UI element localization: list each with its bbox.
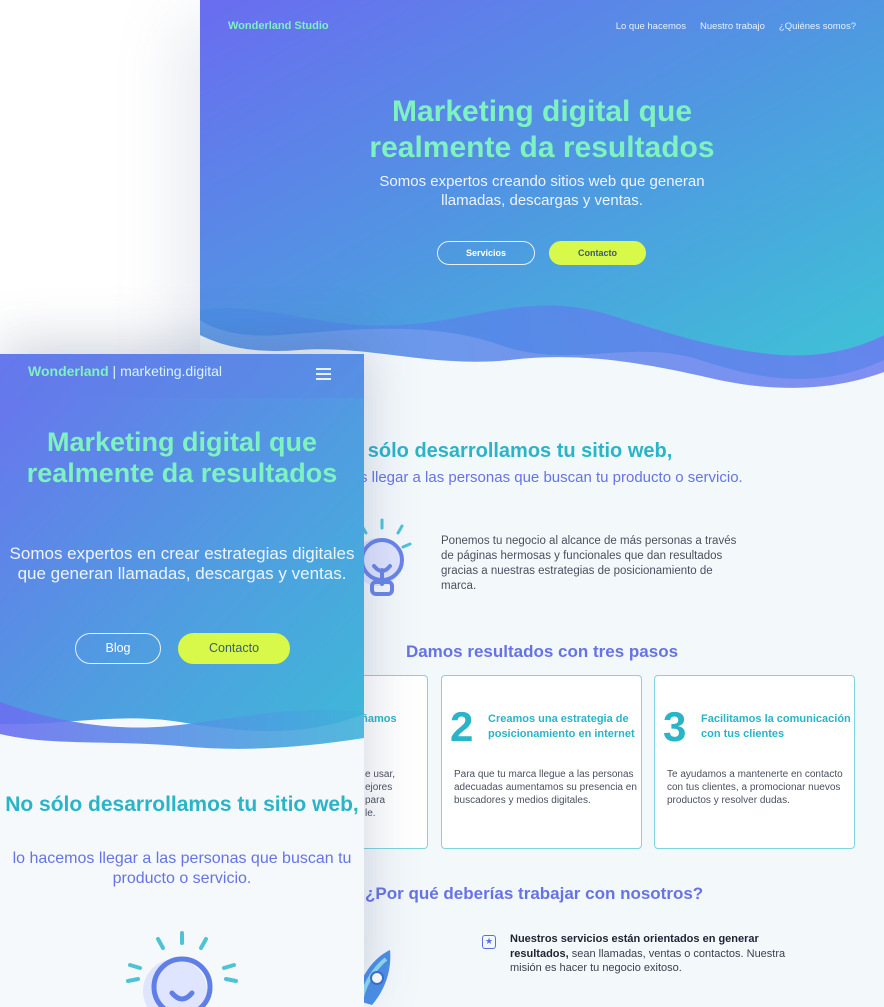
step-card-2: 2 Creamos una estrategia de posicionamie… — [441, 675, 642, 849]
hero-subtitle-line-2: llamadas, descargas y ventas. — [441, 192, 643, 209]
mobile-hero-subtitle: Somos expertos en crear estrategias digi… — [9, 544, 355, 583]
step-3-number: 3 — [663, 703, 687, 750]
step-1-body-line-3: para — [365, 795, 386, 806]
hero-title-line-1: Marketing digital que — [391, 95, 693, 128]
desktop-section-subheading: s llegar a las personas que buscan tu pr… — [360, 469, 743, 486]
lightbulb-icon — [126, 931, 238, 1007]
blog-button[interactable]: Blog — [75, 633, 161, 664]
nav-link-lo-que-hacemos[interactable]: Lo que hacemos — [616, 21, 686, 32]
step-1-title: eñamos s — [355, 712, 435, 742]
mobile-hero: Wonderland | marketing.digital Marketing… — [0, 354, 364, 754]
step-1-title-line-1: eñamos — [355, 713, 397, 725]
mobile-contact-button[interactable]: Contacto — [178, 633, 290, 664]
mobile-mockup: Wonderland | marketing.digital Marketing… — [0, 354, 364, 1007]
nav-link-nuestro-trabajo[interactable]: Nuestro trabajo — [700, 21, 765, 32]
desktop-hero-title: Marketing digital que realmente da resul… — [200, 94, 884, 166]
desktop-contact-button[interactable]: Contacto — [549, 241, 646, 265]
step-2-title: Creamos una estrategia de posicionamient… — [488, 713, 635, 740]
mobile-brand-logo[interactable]: Wonderland | marketing.digital — [28, 363, 222, 379]
hero-title-line-2: realmente da resultados — [369, 131, 715, 164]
step-1-title-line-2: s — [355, 727, 435, 742]
step-1-body-line-2: ejores — [365, 782, 393, 793]
desktop-intro-paragraph: Ponemos tu negocio al alcance de más per… — [441, 535, 737, 592]
step-1-body-line-4: le. — [365, 808, 376, 819]
step-3-title: Facilitamos la comunicación con tus clie… — [701, 713, 851, 740]
mobile-hero-title: Marketing digital que realmente da resul… — [26, 427, 338, 488]
step-1-body-line-1: e usar, — [365, 769, 396, 780]
hero-subtitle-line-1: Somos expertos creando sitios web que ge… — [379, 173, 705, 190]
services-button[interactable]: Servicios — [437, 241, 535, 265]
step-3-body: Te ayudamos a mantenerte en contacto con… — [667, 769, 843, 806]
desktop-brand-logo[interactable]: Wonderland Studio — [228, 20, 329, 32]
feature-text: Nuestros servicios están orientados en g… — [510, 932, 810, 976]
desktop-section-heading: o sólo desarrollamos tu sitio web, — [350, 440, 673, 462]
step-1-body: e usar, ejores para le. — [365, 768, 425, 820]
step-card-3: 3 Facilitamos la comunicación con tus cl… — [654, 675, 855, 849]
step-2-number: 2 — [450, 703, 474, 750]
star-icon: ★ — [482, 935, 496, 949]
desktop-hero-subtitle: Somos expertos creando sitios web que ge… — [200, 172, 884, 210]
mobile-section-subheading: lo hacemos llegar a las personas que bus… — [12, 850, 352, 887]
mobile-brand-thin: marketing.digital — [120, 363, 222, 379]
desktop-hero: Wonderland Studio Lo que hacemos Nuestro… — [200, 0, 884, 400]
desktop-nav-links: Lo que hacemos Nuestro trabajo ¿Quiénes … — [616, 21, 856, 32]
why-us-heading: ¿Por qué deberías trabajar con nosotros? — [365, 884, 704, 903]
mobile-brand-bold: Wonderland — [28, 363, 109, 379]
mobile-section-heading: No sólo desarrollamos tu sitio web, — [5, 793, 359, 816]
nav-link-quienes-somos[interactable]: ¿Quiénes somos? — [779, 21, 856, 32]
mobile-brand-divider: | — [112, 363, 117, 379]
step-2-body: Para que tu marca llegue a las personas … — [454, 769, 637, 806]
menu-icon[interactable] — [316, 368, 331, 380]
desktop-navbar: Wonderland Studio Lo que hacemos Nuestro… — [228, 20, 856, 36]
